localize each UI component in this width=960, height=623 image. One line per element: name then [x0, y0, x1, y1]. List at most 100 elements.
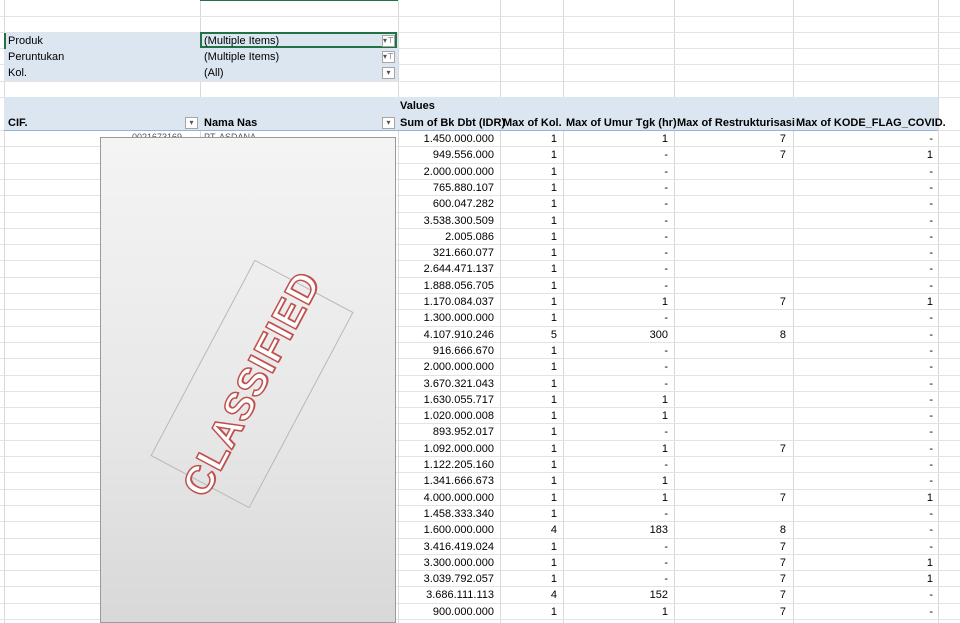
cell-umur[interactable]: - [664, 343, 668, 359]
cell-kol[interactable]: 1 [551, 392, 557, 408]
cell-kol[interactable]: 1 [551, 571, 557, 587]
cell-umur[interactable]: - [664, 424, 668, 440]
cell-sum[interactable]: 949.556.000 [433, 147, 494, 163]
cell-restr[interactable]: 7 [780, 490, 786, 506]
cell-covid[interactable]: - [929, 424, 933, 440]
cell-sum[interactable]: 2.000.000.000 [424, 359, 494, 375]
cell-sum[interactable]: 3.039.792.057 [424, 571, 494, 587]
cell-restr[interactable]: 7 [780, 294, 786, 310]
nama-filter-dropdown-icon[interactable]: ▾ [382, 117, 395, 129]
cell-restr[interactable]: 7 [780, 441, 786, 457]
cell-restr[interactable]: 7 [780, 555, 786, 571]
cell-restr[interactable]: 7 [780, 539, 786, 555]
cell-kol[interactable]: 1 [551, 359, 557, 375]
cell-sum[interactable]: 321.660.077 [433, 245, 494, 261]
cell-covid[interactable]: - [929, 213, 933, 229]
cell-kol[interactable]: 1 [551, 473, 557, 489]
cell-kol[interactable]: 4 [551, 587, 557, 603]
cell-covid[interactable]: - [929, 131, 933, 147]
cell-covid[interactable]: - [929, 180, 933, 196]
cell-covid[interactable]: - [929, 457, 933, 473]
cell-sum[interactable]: 600.047.282 [433, 196, 494, 212]
cell-umur[interactable]: 1 [662, 604, 668, 620]
cell-kol[interactable]: 1 [551, 490, 557, 506]
cell-umur[interactable]: - [664, 213, 668, 229]
cell-covid[interactable]: - [929, 343, 933, 359]
cell-kol[interactable]: 1 [551, 343, 557, 359]
cell-covid[interactable]: - [929, 245, 933, 261]
cell-covid[interactable]: - [929, 278, 933, 294]
cell-sum[interactable]: 1.092.000.000 [424, 441, 494, 457]
cell-kol[interactable]: 1 [551, 424, 557, 440]
cell-umur[interactable]: 1 [662, 131, 668, 147]
cell-covid[interactable]: - [929, 392, 933, 408]
cell-kol[interactable]: 1 [551, 441, 557, 457]
cell-sum[interactable]: 3.670.321.043 [424, 376, 494, 392]
cell-covid[interactable]: 1 [927, 571, 933, 587]
cell-kol[interactable]: 4 [551, 522, 557, 538]
cell-covid[interactable]: 1 [927, 147, 933, 163]
cell-umur[interactable]: 300 [650, 327, 668, 343]
cell-kol[interactable]: 1 [551, 261, 557, 277]
filter-dropdown-icon[interactable]: ▾⊤ [382, 51, 395, 63]
cell-kol[interactable]: 1 [551, 164, 557, 180]
cell-sum[interactable]: 1.341.666.673 [424, 473, 494, 489]
cell-sum[interactable]: 4.000.000.000 [424, 490, 494, 506]
cell-sum[interactable]: 2.644.471.137 [424, 261, 494, 277]
cell-sum[interactable]: 1.888.056.705 [424, 278, 494, 294]
cell-sum[interactable]: 893.952.017 [433, 424, 494, 440]
cell-kol[interactable]: 1 [551, 457, 557, 473]
cell-sum[interactable]: 1.450.000.000 [424, 131, 494, 147]
cell-sum[interactable]: 4.107.910.246 [424, 327, 494, 343]
cell-kol[interactable]: 1 [551, 245, 557, 261]
cell-restr[interactable]: 8 [780, 327, 786, 343]
cell-covid[interactable]: - [929, 261, 933, 277]
cell-umur[interactable]: - [664, 555, 668, 571]
cell-umur[interactable]: - [664, 310, 668, 326]
cell-kol[interactable]: 1 [551, 539, 557, 555]
cell-umur[interactable]: 1 [662, 441, 668, 457]
dropdown-icon[interactable]: ▾ [382, 67, 395, 79]
cif-filter-dropdown-icon[interactable]: ▾ [185, 117, 198, 129]
cell-restr[interactable]: 7 [780, 147, 786, 163]
cell-umur[interactable]: 1 [662, 473, 668, 489]
cell-umur[interactable]: 1 [662, 490, 668, 506]
cell-sum[interactable]: 3.300.000.000 [424, 555, 494, 571]
cell-kol[interactable]: 1 [551, 213, 557, 229]
cell-sum[interactable]: 916.666.670 [433, 343, 494, 359]
cell-covid[interactable]: - [929, 408, 933, 424]
cell-kol[interactable]: 5 [551, 327, 557, 343]
cell-umur[interactable]: 152 [650, 587, 668, 603]
cell-covid[interactable]: - [929, 164, 933, 180]
cell-restr[interactable]: 8 [780, 522, 786, 538]
cell-umur[interactable]: - [664, 506, 668, 522]
cell-umur[interactable]: - [664, 164, 668, 180]
cell-sum[interactable]: 3.538.300.509 [424, 213, 494, 229]
cell-covid[interactable]: - [929, 327, 933, 343]
cell-kol[interactable]: 1 [551, 131, 557, 147]
cell-covid[interactable]: - [929, 539, 933, 555]
cell-sum[interactable]: 1.300.000.000 [424, 310, 494, 326]
cell-sum[interactable]: 1.630.055.717 [424, 392, 494, 408]
cell-umur[interactable]: - [664, 180, 668, 196]
cell-sum[interactable]: 765.880.107 [433, 180, 494, 196]
cell-kol[interactable]: 1 [551, 278, 557, 294]
cell-kol[interactable]: 1 [551, 229, 557, 245]
cell-sum[interactable]: 2.000.000.000 [424, 164, 494, 180]
cell-kol[interactable]: 1 [551, 180, 557, 196]
cell-kol[interactable]: 1 [551, 555, 557, 571]
cell-kol[interactable]: 1 [551, 310, 557, 326]
cell-restr[interactable]: 7 [780, 587, 786, 603]
cell-sum[interactable]: 1.122.205.160 [424, 457, 494, 473]
cell-umur[interactable]: 1 [662, 294, 668, 310]
cell-sum[interactable]: 1.458.333.340 [424, 506, 494, 522]
cell-covid[interactable]: - [929, 604, 933, 620]
cell-sum[interactable]: 1.020.000.008 [424, 408, 494, 424]
cell-umur[interactable]: - [664, 376, 668, 392]
cell-umur[interactable]: - [664, 245, 668, 261]
cell-umur[interactable]: - [664, 229, 668, 245]
cell-umur[interactable]: 183 [650, 522, 668, 538]
cell-sum[interactable]: 3.416.419.024 [424, 539, 494, 555]
cell-covid[interactable]: - [929, 359, 933, 375]
cell-kol[interactable]: 1 [551, 147, 557, 163]
